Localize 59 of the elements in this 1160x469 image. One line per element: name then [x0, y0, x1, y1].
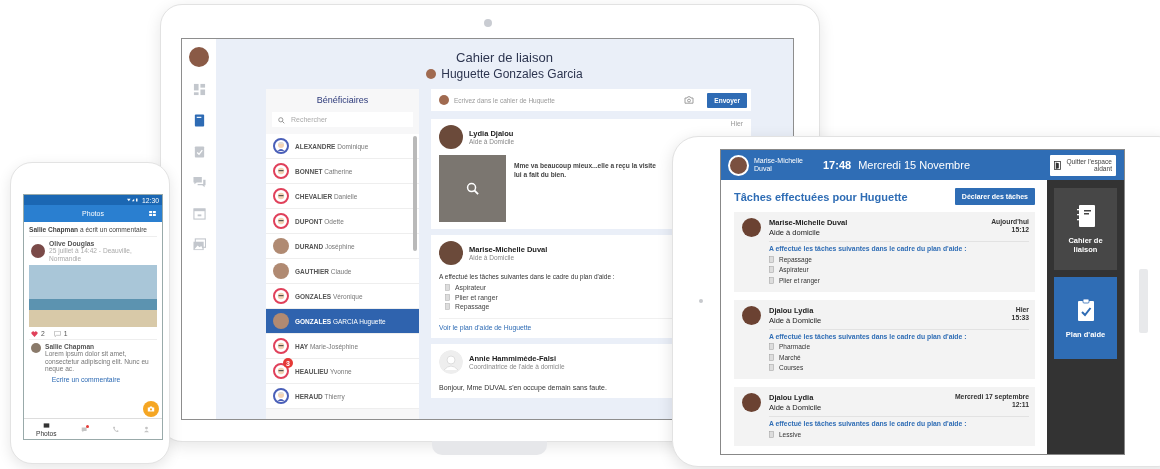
avatar-photo: [31, 343, 41, 353]
clock-time: 17:48: [823, 159, 852, 171]
calendar-icon[interactable]: [192, 207, 206, 220]
woman-avatar-icon: [273, 288, 289, 304]
image-icon: [42, 421, 50, 429]
man-avatar-icon: [273, 138, 289, 154]
clipboard-icon[interactable]: [192, 145, 206, 158]
grid-icon[interactable]: [149, 211, 156, 216]
door-icon: [1054, 160, 1061, 170]
avatar-photo: [273, 263, 289, 279]
nav-tab[interactable]: [142, 425, 150, 433]
avatar-photo: [742, 218, 761, 237]
avatar-photo: [273, 238, 289, 254]
avatar-photo: [742, 305, 761, 325]
woman-avatar-icon: [273, 188, 289, 204]
woman-avatar-icon: [273, 213, 289, 229]
avatar-photo: [742, 393, 761, 412]
nav-tab[interactable]: [80, 425, 88, 433]
beneficiary-name: Huguette Gonzales Garcia: [441, 66, 583, 82]
chat-icon[interactable]: [192, 176, 206, 189]
woman-avatar-icon: [273, 338, 289, 354]
comment-icon[interactable]: [53, 330, 61, 337]
camera-fab-icon[interactable]: [143, 401, 159, 417]
panel-title: Bénéficiaires: [315, 94, 370, 107]
notification-dot: [85, 424, 89, 428]
camera-dot: [699, 299, 703, 303]
avatar-photo: [31, 244, 45, 258]
person-icon: [142, 425, 150, 433]
notebook-icon: [1075, 204, 1096, 228]
phone-icon: [111, 425, 119, 433]
profile-avatar[interactable]: [189, 47, 209, 67]
camera-icon[interactable]: [684, 96, 695, 104]
page-title: Cahier de liaison: [456, 49, 553, 66]
avatar-photo: [439, 125, 463, 149]
search-icon: [278, 117, 285, 124]
notebook-icon[interactable]: [192, 114, 206, 127]
zoom-icon: [466, 182, 479, 195]
clipboard-check-icon: [1075, 297, 1096, 322]
nav-tab[interactable]: [111, 425, 119, 433]
user-silhouette-icon: [439, 349, 463, 374]
heart-icon[interactable]: [31, 330, 38, 337]
date-label: Mercredi 15 Novembre: [858, 159, 970, 171]
scrollbar[interactable]: [413, 136, 417, 251]
camera-dot: [484, 19, 492, 27]
avatar-photo: [273, 313, 289, 329]
avatar-photo: [439, 95, 449, 105]
gallery-icon[interactable]: [192, 238, 206, 251]
section-title: Tâches effectuées pour Huguette: [734, 190, 908, 203]
avatar-photo: [439, 241, 463, 265]
dashboard-icon[interactable]: [192, 83, 206, 96]
man-avatar-icon: [273, 388, 289, 404]
photo-placeholder[interactable]: [439, 155, 506, 222]
chat-icon: [80, 425, 88, 433]
avatar-photo: [426, 69, 437, 79]
status-icons: [127, 198, 139, 202]
woman-avatar-icon: [273, 363, 289, 379]
avatar-photo: [728, 154, 749, 176]
woman-avatar-icon: [273, 163, 289, 179]
task-icon: [769, 430, 774, 438]
